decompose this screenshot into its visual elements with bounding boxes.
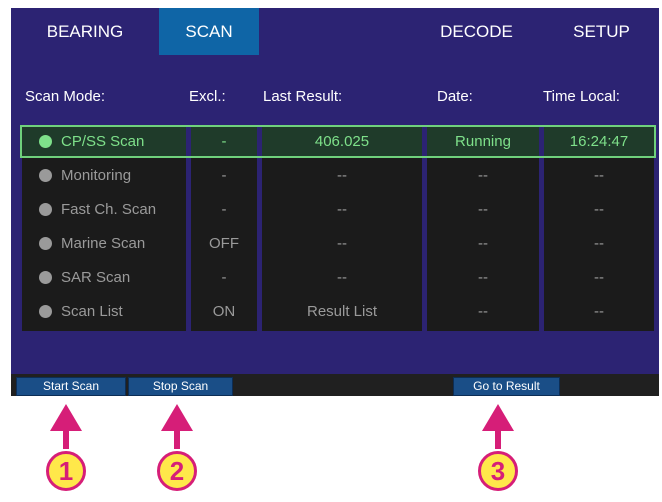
arrow-head-2-icon <box>161 404 193 431</box>
arrow-head-3-icon <box>482 404 514 431</box>
callout-arrows <box>50 404 514 449</box>
callout-1: 1 <box>46 451 86 491</box>
arrow-head-1-icon <box>50 404 82 431</box>
callout-2: 2 <box>157 451 197 491</box>
callout-3: 3 <box>478 451 518 491</box>
